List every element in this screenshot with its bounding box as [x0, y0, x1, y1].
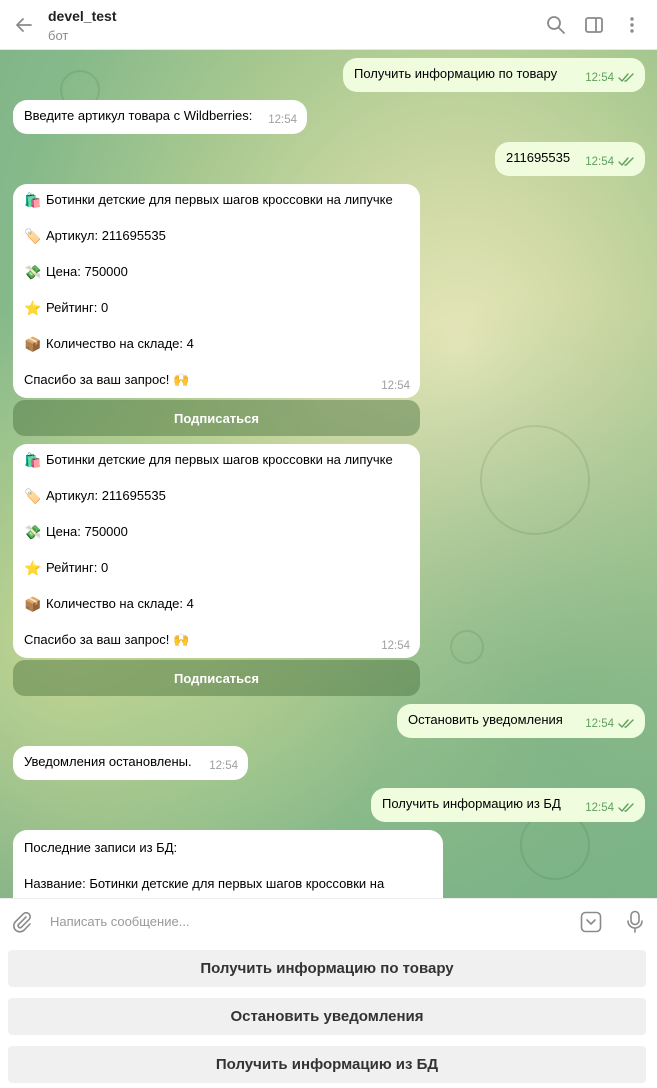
- message-time: 12:54: [585, 718, 614, 730]
- money-icon: 💸: [24, 524, 42, 540]
- chat-title: devel_test: [48, 8, 117, 24]
- tag-icon: 🏷️: [24, 488, 42, 504]
- message-time: 12:54: [381, 380, 410, 392]
- message-time: 12:54: [209, 760, 238, 772]
- microphone-icon: [627, 910, 643, 933]
- shopping-bag-icon: 🛍️: [24, 192, 42, 208]
- double-check-icon: [618, 719, 634, 728]
- subscribe-button[interactable]: Подписаться: [13, 660, 420, 696]
- double-check-icon: [618, 157, 634, 166]
- product-stock: Количество на складе: 4: [46, 596, 194, 611]
- box-icon: 📦: [24, 336, 42, 352]
- message-text: Получить информацию из БД: [382, 796, 561, 811]
- outgoing-message[interactable]: 211695535 12:54: [495, 142, 645, 176]
- chat-area[interactable]: Получить информацию по товару 12:54 Введ…: [0, 50, 657, 898]
- product-name: Ботинки детские для первых шагов кроссов…: [46, 192, 393, 207]
- chat-header: devel_test бот: [0, 0, 657, 50]
- keyboard-button-get-db-info[interactable]: Получить информацию из БД: [8, 1046, 646, 1083]
- product-card-message[interactable]: 🛍️ Ботинки детские для первых шагов кросс…: [13, 444, 420, 658]
- message-time: 12:54: [585, 156, 614, 168]
- back-button[interactable]: [0, 0, 48, 50]
- arrow-left-icon: [16, 17, 32, 32]
- search-icon: [547, 15, 565, 34]
- wallpaper-doodle: [480, 425, 590, 535]
- bot-keyboard-toggle[interactable]: [569, 899, 613, 945]
- double-check-icon: [618, 803, 634, 812]
- outgoing-message[interactable]: Остановить уведомления 12:54: [397, 704, 645, 738]
- message-text: 211695535: [506, 150, 571, 165]
- outgoing-message[interactable]: Получить информацию по товару 12:54: [343, 58, 645, 92]
- raised-hands-icon: 🙌: [172, 632, 190, 647]
- product-article: Артикул: 211695535: [46, 228, 166, 243]
- raised-hands-icon: 🙌: [172, 372, 190, 387]
- sidebar-toggle-button[interactable]: [575, 5, 613, 45]
- thanks-text: Спасибо за ваш запрос!: [24, 372, 170, 387]
- product-rating: Рейтинг: 0: [46, 560, 109, 575]
- outgoing-message[interactable]: Получить информацию из БД 12:54: [371, 788, 645, 822]
- reply-keyboard: Получить информацию по товару Остановить…: [0, 944, 657, 1088]
- db-records-heading: Последние записи из БД:: [24, 840, 178, 855]
- product-card-message[interactable]: 🛍️ Ботинки детские для первых шагов кросс…: [13, 184, 420, 398]
- product-article: Артикул: 211695535: [46, 488, 166, 503]
- incoming-message[interactable]: Последние записи из БД: Название: Ботинк…: [13, 830, 443, 898]
- message-text: Остановить уведомления: [408, 712, 563, 727]
- message-input[interactable]: Написать сообщение...: [44, 914, 569, 929]
- message-time: 12:54: [381, 640, 410, 652]
- wallpaper-doodle: [450, 630, 484, 664]
- product-name: Ботинки детские для первых шагов кроссов…: [46, 452, 393, 467]
- paperclip-icon: [13, 911, 31, 933]
- box-icon: 📦: [24, 596, 42, 612]
- message-time: 12:54: [268, 114, 297, 126]
- star-icon: ⭐: [24, 300, 42, 316]
- product-price: Цена: 750000: [46, 264, 128, 279]
- keyboard-button-stop-notifications[interactable]: Остановить уведомления: [8, 998, 646, 1035]
- product-stock: Количество на складе: 4: [46, 336, 194, 351]
- keyboard-button-get-product-info[interactable]: Получить информацию по товару: [8, 950, 646, 987]
- money-icon: 💸: [24, 264, 42, 280]
- chat-subtitle: бот: [48, 28, 69, 43]
- message-text: Введите артикул товара с Wildberries:: [24, 108, 253, 123]
- subscribe-button[interactable]: Подписаться: [13, 400, 420, 436]
- star-icon: ⭐: [24, 560, 42, 576]
- product-price: Цена: 750000: [46, 524, 128, 539]
- shopping-bag-icon: 🛍️: [24, 452, 42, 468]
- message-composer: Написать сообщение...: [0, 898, 657, 944]
- attach-button[interactable]: [0, 911, 44, 933]
- message-text: Получить информацию по товару: [354, 66, 558, 81]
- incoming-message[interactable]: Уведомления остановлены. 12:54: [13, 746, 248, 780]
- keyboard-toggle-icon: [580, 911, 602, 932]
- db-record-name: Название: Ботинки детские для первых шаг…: [24, 876, 385, 891]
- more-menu-button[interactable]: [613, 5, 651, 45]
- incoming-message[interactable]: Введите артикул товара с Wildberries: 12…: [13, 100, 307, 134]
- voice-button[interactable]: [613, 899, 657, 945]
- search-button[interactable]: [537, 5, 575, 45]
- more-vertical-icon: [630, 16, 634, 33]
- product-rating: Рейтинг: 0: [46, 300, 109, 315]
- double-check-icon: [618, 73, 634, 82]
- sidebar-icon: [585, 16, 603, 33]
- chat-title-block[interactable]: devel_test бот: [48, 6, 537, 43]
- tag-icon: 🏷️: [24, 228, 42, 244]
- thanks-text: Спасибо за ваш запрос!: [24, 632, 170, 647]
- message-time: 12:54: [585, 72, 614, 84]
- message-text: Уведомления остановлены.: [24, 754, 192, 769]
- message-time: 12:54: [585, 802, 614, 814]
